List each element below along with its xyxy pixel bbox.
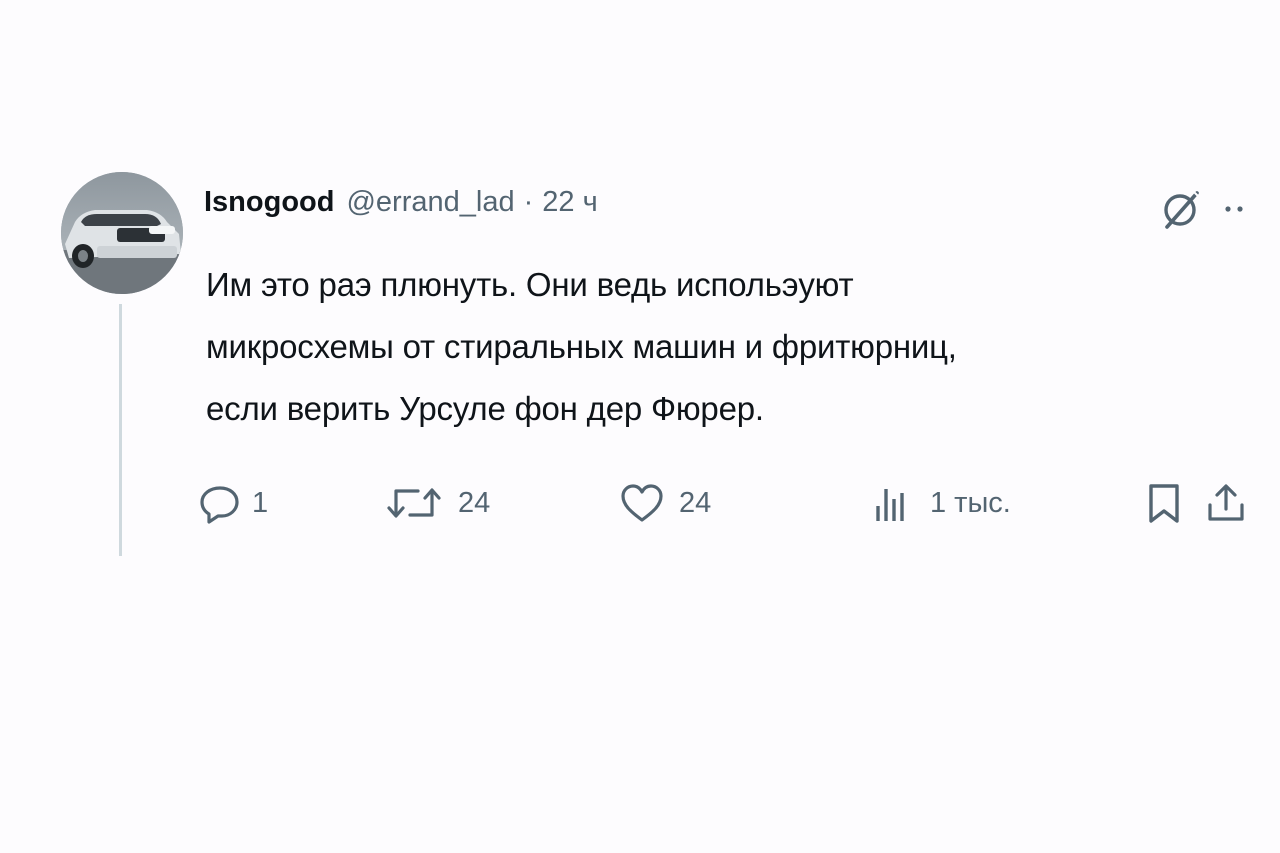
post-text: Им это раэ плюнуть. Они ведь испольэуют … (206, 254, 1206, 440)
post-text-line: микросхемы от стиральных машин и фритюрн… (206, 328, 957, 365)
avatar[interactable] (61, 172, 183, 294)
user-handle[interactable]: @errand_lad (346, 186, 514, 219)
repost-count: 24 (458, 486, 491, 519)
tweet[interactable]: Isnogood @errand_lad · 22 ч Им это раэ п… (0, 0, 1280, 853)
post-header: Isnogood @errand_lad · 22 ч (204, 186, 598, 226)
post-text-line: Им это раэ плюнуть. Они ведь испольэуют (206, 266, 854, 303)
post-text-line: если верить Урсуле фон дер Фюрер. (206, 390, 764, 427)
more-icon[interactable] (1222, 196, 1248, 222)
separator-dot: · (523, 186, 534, 218)
bookmark-icon (1149, 484, 1179, 523)
avatar-car-image (61, 172, 183, 294)
reply-count: 1 (252, 486, 269, 519)
views-button[interactable]: 1 тыс. (874, 478, 1011, 528)
views-count: 1 тыс. (930, 486, 1011, 519)
repost-icon (387, 488, 441, 518)
like-count: 24 (679, 486, 712, 519)
display-name[interactable]: Isnogood (204, 186, 334, 219)
reply-button[interactable]: 1 (198, 478, 268, 528)
bookmark-button[interactable] (1146, 478, 1182, 528)
share-icon (1208, 484, 1244, 521)
post-timestamp[interactable]: 22 ч (542, 186, 597, 219)
reply-icon (200, 486, 239, 524)
views-icon (876, 489, 904, 521)
like-button[interactable]: 24 (619, 478, 711, 528)
like-icon (621, 484, 663, 522)
share-button[interactable] (1204, 478, 1248, 528)
thread-line (119, 304, 122, 556)
grok-icon[interactable] (1159, 187, 1203, 231)
repost-button[interactable]: 24 (386, 478, 490, 528)
